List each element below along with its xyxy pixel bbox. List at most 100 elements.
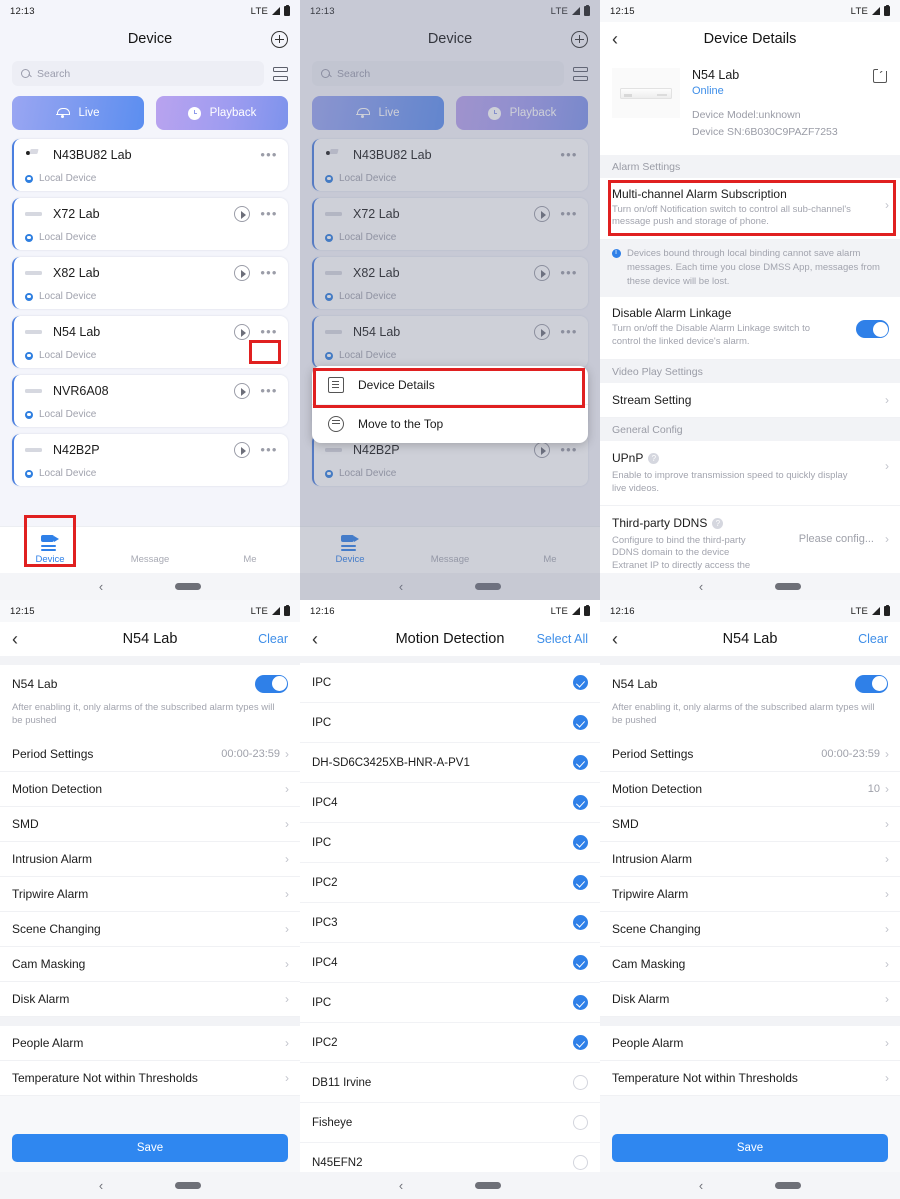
channel-checkbox[interactable]: [573, 995, 588, 1010]
channel-row[interactable]: DH-SD6C3425XB-HNR-A-PV1: [300, 743, 600, 783]
alarm-type-row[interactable]: Temperature Not within Thresholds ›: [600, 1060, 900, 1096]
android-back-icon[interactable]: ‹: [699, 579, 703, 594]
more-options-icon[interactable]: •••: [260, 384, 278, 397]
device-card[interactable]: N42B2P ••• Local Device: [12, 434, 288, 486]
alarm-type-row[interactable]: Motion Detection ›: [0, 771, 300, 807]
alarm-type-row[interactable]: Intrusion Alarm ›: [0, 841, 300, 877]
disable-alarm-linkage-row[interactable]: Disable Alarm Linkage Turn on/off the Di…: [600, 297, 900, 361]
device-card[interactable]: X72 Lab ••• Local Device: [12, 198, 288, 250]
alarm-type-row[interactable]: Motion Detection 10 ›: [600, 771, 900, 807]
channel-checkbox[interactable]: [573, 875, 588, 890]
channel-row[interactable]: IPC3: [300, 903, 600, 943]
android-home-pill[interactable]: [175, 1182, 202, 1189]
more-options-icon[interactable]: •••: [260, 443, 278, 456]
alarm-type-row[interactable]: Cam Masking ›: [600, 946, 900, 982]
channel-row[interactable]: IPC: [300, 703, 600, 743]
help-icon[interactable]: ?: [712, 517, 724, 529]
alarm-type-row[interactable]: Cam Masking ›: [0, 946, 300, 982]
more-options-icon[interactable]: •••: [260, 266, 278, 279]
alarm-type-row[interactable]: Disk Alarm ›: [0, 981, 300, 1017]
channel-checkbox[interactable]: [573, 715, 588, 730]
alarm-type-row[interactable]: SMD ›: [0, 806, 300, 842]
android-home-pill[interactable]: [175, 583, 202, 590]
play-icon[interactable]: [234, 324, 250, 340]
period-settings-row[interactable]: Period Settings 00:00-23:59 ›: [0, 736, 300, 772]
back-button[interactable]: ‹: [312, 630, 318, 648]
play-icon[interactable]: [234, 383, 250, 399]
more-options-icon[interactable]: •••: [260, 207, 278, 220]
save-button[interactable]: Save: [12, 1134, 288, 1162]
android-back-icon[interactable]: ‹: [99, 1178, 103, 1193]
alarm-type-row[interactable]: Tripwire Alarm ›: [600, 876, 900, 912]
menu-item-move-to-the-top[interactable]: Move to the Top: [312, 404, 588, 443]
channel-checkbox[interactable]: [573, 1155, 588, 1170]
android-home-pill[interactable]: [475, 1182, 502, 1189]
clear-button[interactable]: Clear: [858, 632, 888, 646]
upnp-row[interactable]: UPnP? Enable to improve transmission spe…: [600, 441, 900, 506]
layout-toggle-icon[interactable]: [273, 66, 288, 81]
channel-row[interactable]: IPC4: [300, 783, 600, 823]
alarm-type-row[interactable]: Tripwire Alarm ›: [0, 876, 300, 912]
tab-message[interactable]: Message: [100, 535, 200, 565]
alarm-type-row[interactable]: Intrusion Alarm ›: [600, 841, 900, 877]
modal-overlay[interactable]: [300, 0, 600, 600]
more-options-icon[interactable]: •••: [260, 325, 278, 338]
back-button[interactable]: ‹: [612, 630, 618, 648]
add-device-button[interactable]: [271, 30, 288, 48]
channel-checkbox[interactable]: [573, 1075, 588, 1090]
channel-checkbox[interactable]: [573, 1035, 588, 1050]
period-settings-row[interactable]: Period Settings 00:00-23:59 ›: [600, 736, 900, 772]
save-button[interactable]: Save: [612, 1134, 888, 1162]
device-card[interactable]: N54 Lab ••• Local Device: [12, 316, 288, 368]
multi-channel-alarm-subscription-row[interactable]: Multi-channel Alarm Subscription Turn on…: [600, 177, 900, 241]
android-back-icon[interactable]: ‹: [699, 1178, 703, 1193]
alarm-type-row[interactable]: Scene Changing ›: [0, 911, 300, 947]
channel-checkbox[interactable]: [573, 795, 588, 810]
alarm-type-row[interactable]: Scene Changing ›: [600, 911, 900, 947]
channel-row[interactable]: IPC2: [300, 863, 600, 903]
disable-alarm-linkage-toggle[interactable]: [856, 320, 889, 339]
stream-setting-row[interactable]: Stream Setting ›: [600, 383, 900, 419]
channel-row[interactable]: IPC: [300, 983, 600, 1023]
channel-checkbox[interactable]: [573, 675, 588, 690]
android-home-pill[interactable]: [775, 1182, 802, 1189]
alarm-type-row[interactable]: Disk Alarm ›: [600, 981, 900, 1017]
help-icon[interactable]: ?: [648, 453, 660, 465]
subscription-toggle[interactable]: [855, 674, 888, 693]
channel-row[interactable]: DB11 Irvine: [300, 1063, 600, 1103]
device-card[interactable]: N43BU82 Lab ••• Local Device: [12, 139, 288, 191]
tab-me[interactable]: Me: [200, 535, 300, 565]
tab-device[interactable]: Device: [0, 535, 100, 565]
android-back-icon[interactable]: ‹: [99, 579, 103, 594]
clear-button[interactable]: Clear: [258, 632, 288, 646]
channel-checkbox[interactable]: [573, 915, 588, 930]
subscription-toggle[interactable]: [255, 674, 288, 693]
channel-row[interactable]: IPC4: [300, 943, 600, 983]
channel-row[interactable]: IPC2: [300, 1023, 600, 1063]
android-home-pill[interactable]: [775, 583, 802, 590]
channel-row[interactable]: IPC: [300, 663, 600, 703]
play-icon[interactable]: [234, 442, 250, 458]
android-back-icon[interactable]: ‹: [399, 1178, 403, 1193]
alarm-type-row[interactable]: SMD ›: [600, 806, 900, 842]
select-all-button[interactable]: Select All: [537, 632, 588, 646]
live-button[interactable]: Live: [12, 96, 144, 130]
channel-checkbox[interactable]: [573, 1115, 588, 1130]
playback-button[interactable]: Playback: [156, 96, 288, 130]
menu-item-device-details[interactable]: Device Details: [312, 366, 588, 404]
back-button[interactable]: ‹: [12, 630, 18, 648]
channel-row[interactable]: IPC: [300, 823, 600, 863]
channel-checkbox[interactable]: [573, 835, 588, 850]
channel-checkbox[interactable]: [573, 755, 588, 770]
search-input[interactable]: Search: [12, 61, 264, 86]
alarm-type-row[interactable]: People Alarm ›: [0, 1025, 300, 1061]
play-icon[interactable]: [234, 206, 250, 222]
device-card[interactable]: NVR6A08 ••• Local Device: [12, 375, 288, 427]
channel-checkbox[interactable]: [573, 955, 588, 970]
channel-row[interactable]: Fisheye: [300, 1103, 600, 1143]
alarm-type-row[interactable]: People Alarm ›: [600, 1025, 900, 1061]
more-options-icon[interactable]: •••: [260, 148, 278, 161]
device-card[interactable]: X82 Lab ••• Local Device: [12, 257, 288, 309]
edit-icon[interactable]: [873, 66, 888, 83]
back-button[interactable]: ‹: [612, 30, 618, 48]
